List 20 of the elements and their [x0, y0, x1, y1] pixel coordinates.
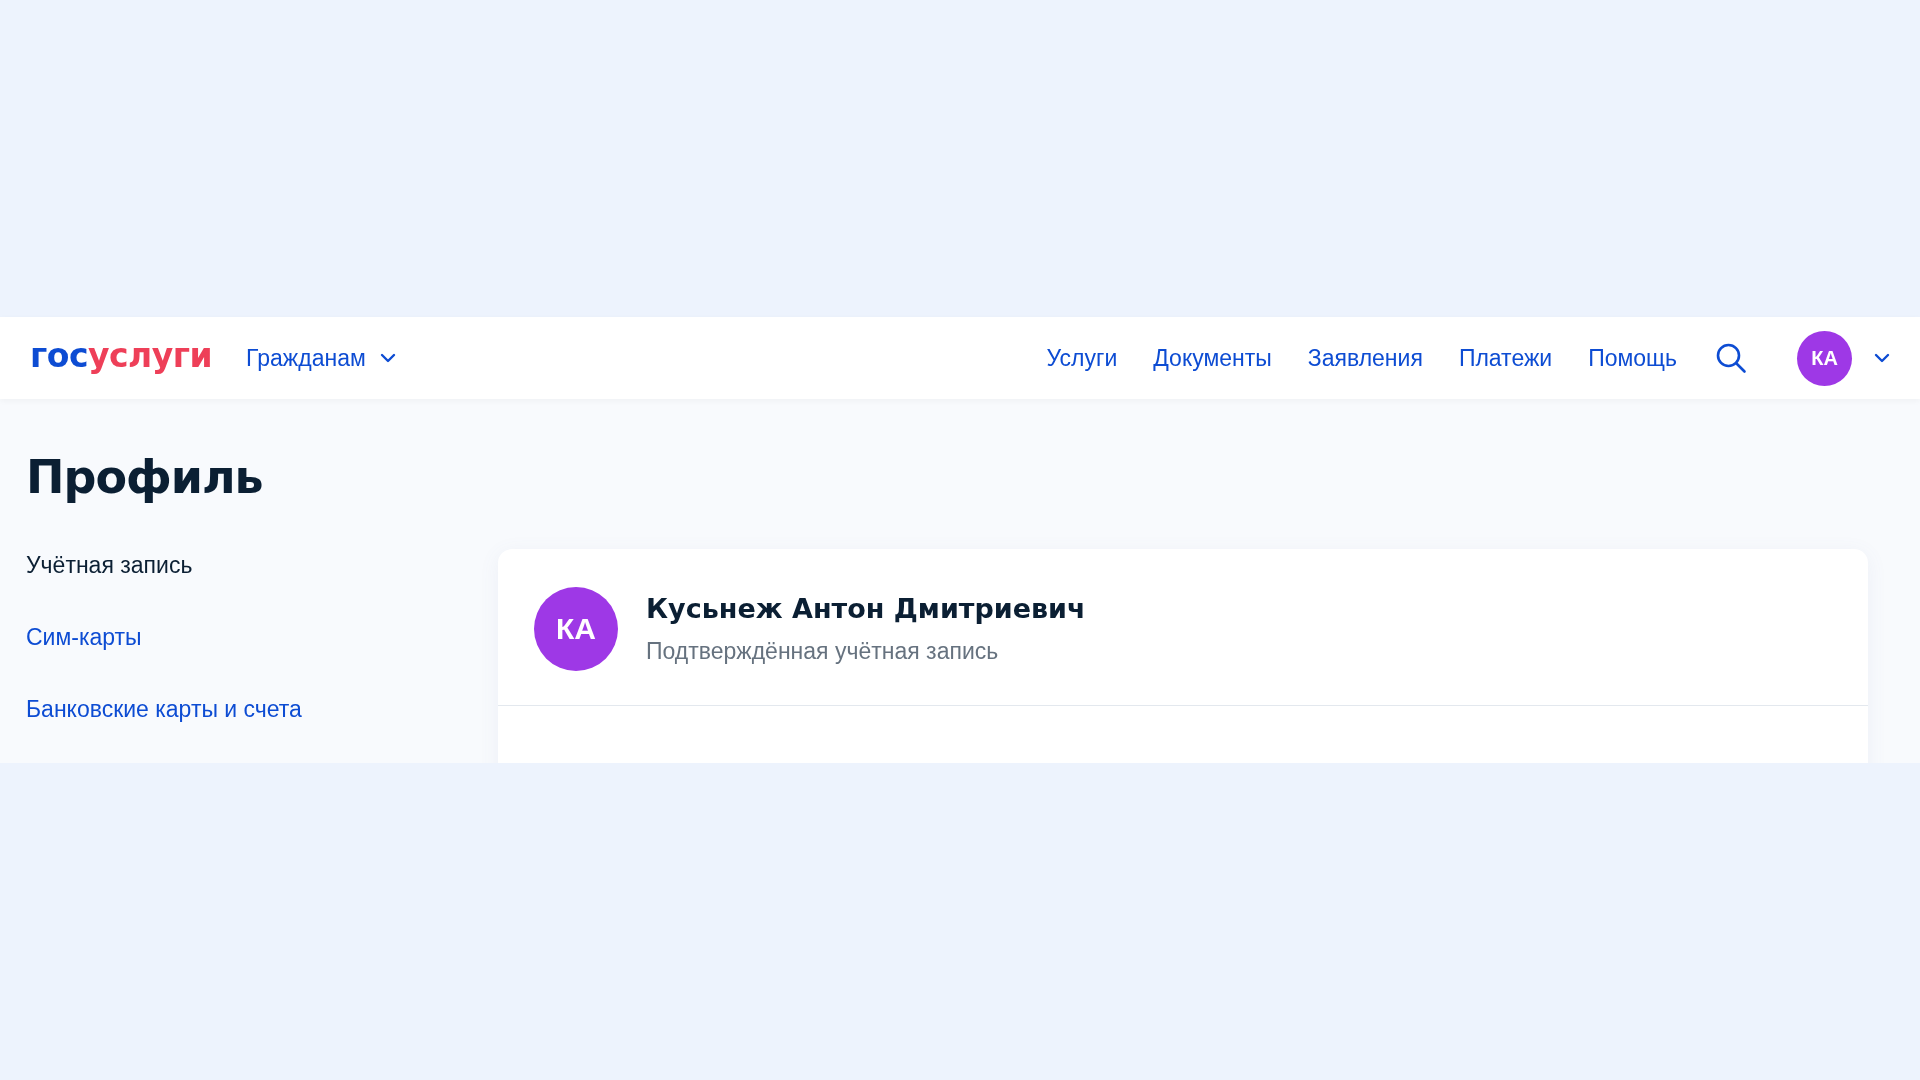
user-menu-button[interactable]: КА	[1797, 330, 1890, 386]
nav-link[interactable]: Помощь	[1588, 344, 1677, 372]
account-status: Подтверждённая учётная запись	[646, 638, 1000, 665]
search-button[interactable]	[1715, 342, 1747, 374]
nav-link[interactable]: Платежи	[1458, 344, 1553, 372]
user-avatar: КА	[1797, 330, 1852, 386]
sidebar-link[interactable]: Сим-карты	[26, 623, 142, 651]
profile-avatar: КА	[534, 587, 618, 671]
nav-link[interactable]: Услуги	[1046, 344, 1118, 372]
sidebar-link[interactable]: Банковские карты и счета	[26, 695, 302, 723]
page-title: Профиль	[26, 449, 264, 505]
sidebar-link[interactable]: Учётная запись	[26, 551, 193, 579]
chevron-down-icon	[379, 353, 396, 363]
profile-name: Кусьнеж Антон Дмитриевич	[646, 593, 1086, 624]
chevron-down-icon	[1874, 353, 1890, 363]
search-icon	[1715, 342, 1747, 374]
nav-link[interactable]: Документы	[1153, 344, 1272, 372]
audience-menu-button[interactable]: Гражданам	[246, 344, 396, 372]
nav-link[interactable]: Заявления	[1307, 344, 1423, 372]
site-logo[interactable]: госуслуги	[30, 338, 213, 372]
